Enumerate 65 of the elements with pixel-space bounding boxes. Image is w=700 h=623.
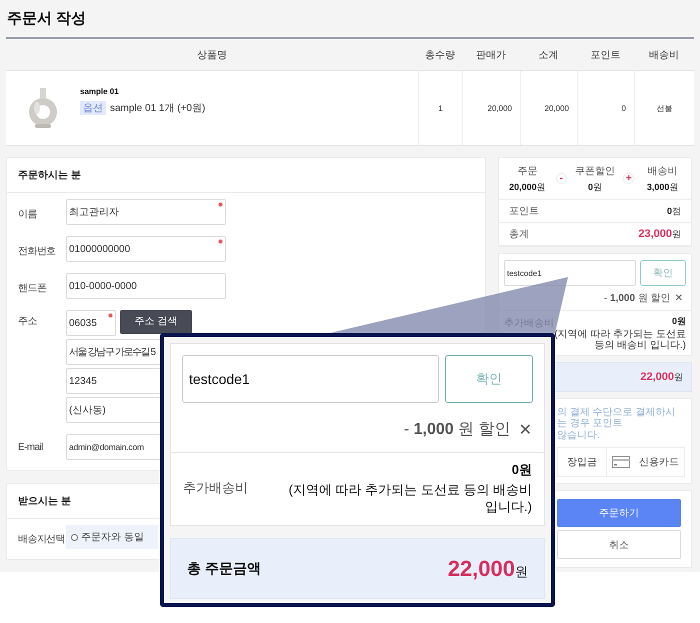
- remove-button[interactable]: ✕: [518, 419, 532, 440]
- input-field[interactable]: (신사동): [66, 397, 163, 423]
- radio-option[interactable]: 주문자와 동일: [71, 530, 144, 544]
- total-label: 총 주문금액: [187, 560, 261, 578]
- input-field[interactable]: 12345: [66, 368, 163, 394]
- input-field[interactable]: 서울 강남구 가로수길 5: [66, 339, 163, 365]
- option-text: sample 01 1개 (+0원): [110, 102, 206, 115]
- field-label: 주소: [18, 315, 38, 328]
- card-title: 주문하시는 분: [7, 158, 485, 193]
- address-search-button[interactable]: 주소 검색: [120, 310, 192, 334]
- discount-text: - 1,000 원 할인: [404, 420, 511, 440]
- total-amount: 22,000원: [448, 556, 528, 582]
- summary-label: 포인트: [509, 205, 539, 218]
- operator-icon: -: [556, 173, 567, 184]
- column-header: 상품명: [196, 48, 228, 62]
- column-header: 포인트: [590, 48, 622, 62]
- field-label: 핸드폰: [18, 282, 48, 295]
- credit-card-icon: [612, 456, 630, 468]
- payment-method[interactable]: 장입금: [558, 448, 606, 476]
- summary-label: 총계: [509, 228, 529, 241]
- table-cell: 선불: [634, 71, 694, 145]
- total-amount: 22,000원: [640, 370, 683, 384]
- column-header: 소계: [538, 48, 560, 62]
- remove-button[interactable]: ✕: [674, 291, 683, 305]
- summary-value: 23,000원: [638, 228, 681, 240]
- summary-value: 20,000원: [509, 180, 546, 194]
- extra-fee-amount: 0원: [512, 461, 532, 479]
- cancel-button[interactable]: 취소: [557, 530, 681, 559]
- field-label: 전화번호: [18, 245, 57, 258]
- table-cell: 0: [577, 71, 634, 145]
- table-cell: 20,000: [462, 71, 520, 145]
- input-field[interactable]: 010-0000-0000: [66, 273, 226, 299]
- summary-label: 배송비: [648, 164, 678, 178]
- input-field[interactable]: 최고관리자: [66, 199, 226, 225]
- product-name: sample 01: [80, 87, 120, 96]
- coupon-field[interactable]: testcode1: [504, 260, 636, 286]
- required-icon: [218, 202, 223, 207]
- summary-label: 쿠폰할인: [575, 164, 615, 178]
- input-field[interactable]: 01000000000: [66, 236, 226, 262]
- field-label: 배송지선택: [18, 533, 66, 546]
- input-field[interactable]: admin@domain.com: [66, 434, 163, 460]
- summary-value: 0점: [666, 204, 681, 218]
- operator-icon: +: [623, 173, 634, 184]
- table-cell: 1: [418, 71, 462, 145]
- required-icon: [218, 239, 223, 244]
- column-header: 판매가: [475, 48, 507, 62]
- column-header: 배송비: [648, 48, 680, 62]
- payment-notice: 의 결제 수단으로 결제하시는 경우 포인트: [557, 407, 676, 429]
- page-title: 주문서 작성: [6, 9, 88, 29]
- summary-label: 주문: [517, 164, 538, 178]
- input-field[interactable]: 06035: [66, 310, 116, 336]
- table-cell: 20,000: [520, 71, 577, 145]
- field-label: 이름: [18, 208, 38, 221]
- payment-method[interactable]: 신용카드: [606, 448, 684, 476]
- coupon-field[interactable]: testcode1: [182, 355, 439, 403]
- extra-fee-amount: 0원: [672, 315, 686, 328]
- required-icon: [108, 313, 113, 318]
- option-tag: 옵션: [80, 101, 106, 115]
- column-header: 총수량: [424, 48, 456, 62]
- field-label: E-mail: [18, 441, 44, 453]
- extra-fee-note: (지역에 따라 추가되는 도선료 등의 배송비 입니다.): [554, 329, 686, 351]
- payment-notice: 않습니다.: [557, 430, 601, 441]
- summary-value: 3,000원: [646, 180, 678, 194]
- discount-text: - 1,000 원 할인: [604, 292, 671, 305]
- summary-value: 0원: [588, 180, 602, 194]
